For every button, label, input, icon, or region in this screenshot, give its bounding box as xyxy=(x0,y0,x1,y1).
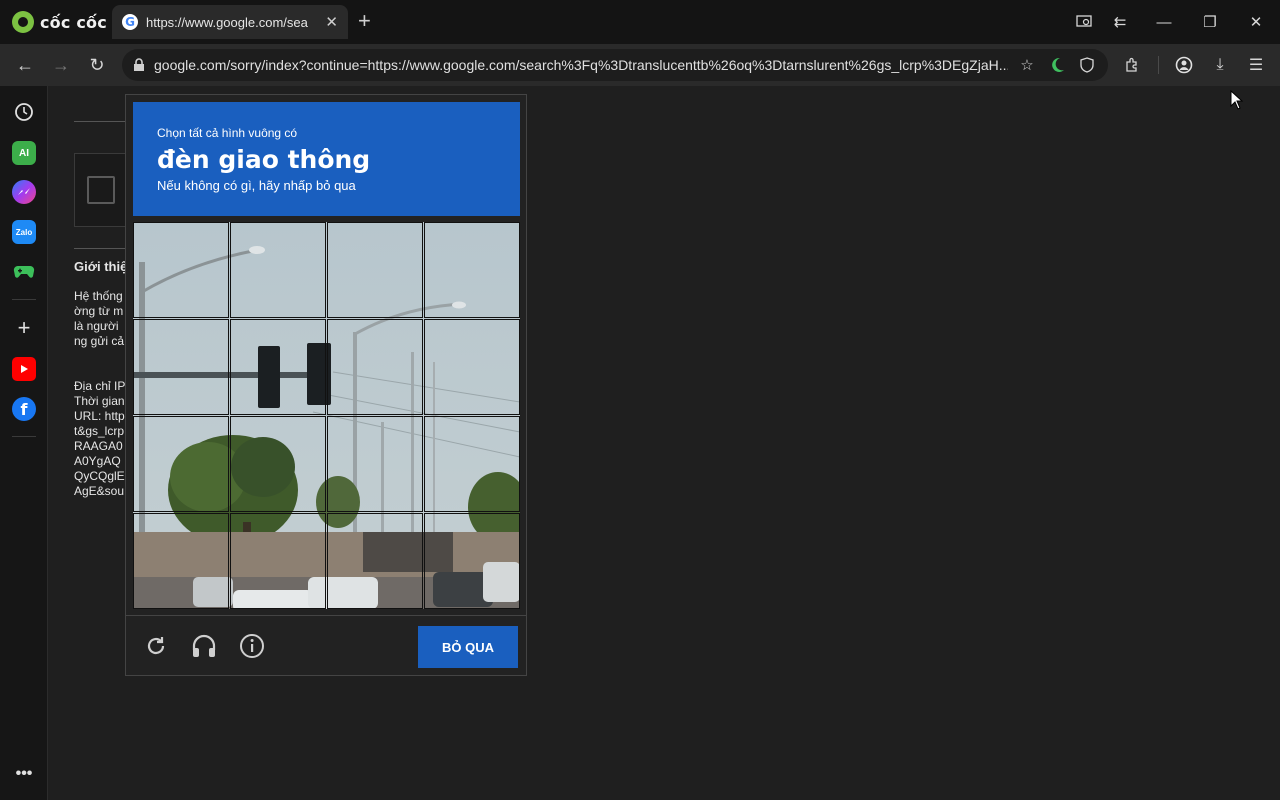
ai-icon[interactable]: AI xyxy=(12,141,36,165)
page-divider xyxy=(74,248,132,249)
shield-icon[interactable] xyxy=(1076,54,1098,76)
page-paragraph-2: Địa chỉ IP Thời gian URL: http t&gs_lcrp… xyxy=(74,379,126,498)
challenge-footer: BỎ QUA xyxy=(126,615,526,675)
grid-tile[interactable] xyxy=(230,416,326,512)
active-tab[interactable]: G https://www.google.com/sea ✕ xyxy=(112,5,348,39)
image-grid xyxy=(133,222,520,609)
back-arrow-icon[interactable]: ← xyxy=(12,52,38,78)
grid-tile[interactable] xyxy=(424,416,520,512)
add-icon[interactable]: + xyxy=(12,315,36,340)
restore-icon[interactable]: ❐ xyxy=(1196,10,1224,34)
reload-icon[interactable] xyxy=(142,632,170,660)
recaptcha-checkbox[interactable] xyxy=(87,176,115,204)
tab-title: https://www.google.com/sea xyxy=(146,14,308,30)
window-close-icon[interactable]: ✕ xyxy=(1242,10,1270,34)
profile-icon[interactable] xyxy=(1172,53,1196,77)
zalo-icon[interactable]: Zalo xyxy=(12,220,36,244)
grid-tile[interactable] xyxy=(424,319,520,415)
skip-button[interactable]: BỎ QUA xyxy=(418,626,518,668)
menu-icon[interactable]: ☰ xyxy=(1244,53,1268,77)
grid-tile[interactable] xyxy=(424,222,520,318)
toolbar: ← → ↻ google.com/sorry/index?continue=ht… xyxy=(0,44,1280,86)
messenger-icon[interactable] xyxy=(12,180,36,204)
grid-tile[interactable] xyxy=(424,513,520,609)
grid-tile[interactable] xyxy=(230,319,326,415)
forward-arrow-icon[interactable]: → xyxy=(48,52,74,78)
google-favicon-icon: G xyxy=(122,14,138,30)
url-text[interactable]: google.com/sorry/index?continue=https://… xyxy=(154,57,1008,73)
instruction-target: đèn giao thông xyxy=(157,145,371,174)
lock-icon[interactable] xyxy=(132,58,146,72)
toolbar-divider xyxy=(1158,56,1159,74)
grid-tile[interactable] xyxy=(133,416,229,512)
left-sidebar: AI Zalo + f ••• xyxy=(0,86,48,800)
instruction-sub: Nếu không có gì, hãy nhấp bỏ qua xyxy=(157,178,356,193)
title-bar: cốc cốc G https://www.google.com/sea ✕ +… xyxy=(0,0,1280,44)
sidebar-divider xyxy=(12,299,36,300)
grid-tile[interactable] xyxy=(133,319,229,415)
grid-tile[interactable] xyxy=(133,222,229,318)
mouse-cursor-icon xyxy=(1230,89,1244,115)
sidebar-divider xyxy=(12,436,36,437)
game-controller-icon[interactable] xyxy=(12,260,36,284)
grid-tile[interactable] xyxy=(327,222,423,318)
grid-tile[interactable] xyxy=(327,513,423,609)
browser-brand[interactable]: cốc cốc xyxy=(12,10,107,34)
page-paragraph-1: Hệ thống ờng từ m là người ng gửi cả xyxy=(74,289,125,348)
page-heading: Giới thiệ xyxy=(74,259,128,274)
facebook-icon[interactable]: f xyxy=(12,397,36,421)
new-tab-icon[interactable]: + xyxy=(358,10,371,32)
tab-close-icon[interactable]: ✕ xyxy=(325,13,338,31)
grid-tile[interactable] xyxy=(230,513,326,609)
cast-icon[interactable] xyxy=(1070,10,1098,34)
grid-tile[interactable] xyxy=(133,513,229,609)
dark-mode-moon-icon[interactable] xyxy=(1046,54,1068,76)
reload-page-icon[interactable]: ↻ xyxy=(84,52,110,78)
minimize-icon[interactable]: — xyxy=(1150,10,1178,34)
extensions-icon[interactable] xyxy=(1120,53,1144,77)
more-options-icon[interactable]: ••• xyxy=(12,762,36,786)
grid-tile[interactable] xyxy=(230,222,326,318)
coccoc-logo-icon xyxy=(12,11,34,33)
instruction-pre: Chọn tất cả hình vuông có xyxy=(157,126,298,140)
youtube-icon[interactable] xyxy=(12,357,36,381)
page-divider xyxy=(74,121,132,122)
back-list-icon[interactable]: ⇇ xyxy=(1106,10,1134,34)
grid-tile[interactable] xyxy=(327,416,423,512)
history-icon[interactable] xyxy=(12,100,36,124)
recaptcha-checkbox-box[interactable] xyxy=(74,153,132,227)
grid-tile[interactable] xyxy=(327,319,423,415)
download-icon[interactable]: ⤓ xyxy=(1208,53,1232,77)
address-bar[interactable]: google.com/sorry/index?continue=https://… xyxy=(122,49,1108,81)
bookmark-star-icon[interactable]: ☆ xyxy=(1016,54,1038,76)
challenge-header: Chọn tất cả hình vuông có đèn giao thông… xyxy=(133,102,520,216)
headphones-icon[interactable] xyxy=(190,632,218,660)
browser-name: cốc cốc xyxy=(40,12,107,32)
recaptcha-challenge: Chọn tất cả hình vuông có đèn giao thông… xyxy=(125,94,527,676)
info-icon[interactable] xyxy=(238,632,266,660)
